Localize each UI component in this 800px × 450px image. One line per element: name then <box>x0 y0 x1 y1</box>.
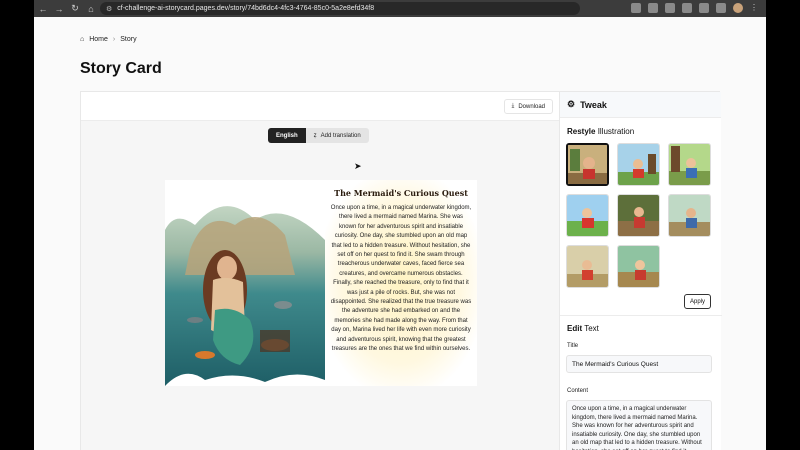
apply-button[interactable]: Apply <box>684 294 711 309</box>
thumbnail-image <box>618 246 659 287</box>
address-bar[interactable]: ⚙ cf-challenge-ai-storycard.pages.dev/st… <box>100 2 580 15</box>
extensions-bar: ⋮ <box>631 3 760 13</box>
style-thumbnail[interactable] <box>668 143 711 186</box>
translate-icon: ẓ <box>313 132 317 139</box>
content-label: Content <box>567 388 589 394</box>
style-thumbnail[interactable] <box>566 245 609 288</box>
url-text: cf-challenge-ai-storycard.pages.dev/stor… <box>117 5 375 12</box>
mouse-cursor-icon: ➤ <box>354 161 362 171</box>
tweak-panel: ⚙ Tweak Restyle Illustration Apply Edit … <box>559 92 722 450</box>
thumbnail-image <box>618 195 659 236</box>
add-translation-label: Add translation <box>320 132 361 139</box>
reload-icon[interactable]: ↻ <box>68 2 82 16</box>
menu-icon[interactable]: ⋮ <box>750 3 760 13</box>
style-thumbnail[interactable] <box>566 194 609 237</box>
browser-toolbar: ← → ↻ ⌂ ⚙ cf-challenge-ai-storycard.page… <box>34 0 766 17</box>
home-icon[interactable]: ⌂ <box>80 36 84 43</box>
content-textarea[interactable]: Once upon a time, in a magical underwate… <box>566 400 712 450</box>
story-body: Once upon a time, in a magical underwate… <box>330 205 472 353</box>
breadcrumb-current: Story <box>120 36 137 43</box>
download-icon[interactable] <box>716 3 726 13</box>
extension-icon[interactable] <box>665 3 675 13</box>
tab-english[interactable]: English <box>268 128 306 143</box>
download-button[interactable]: ⤓ Download <box>503 99 553 114</box>
home-icon[interactable]: ⌂ <box>84 2 98 16</box>
style-thumbnail[interactable] <box>617 143 660 186</box>
page-content: ⌂ Home › Story Story Card ⤓ Download Eng… <box>34 17 766 450</box>
preview-area: English ẓ Add translation ➤ The Mermaid'… <box>81 121 559 450</box>
title-label: Title <box>567 343 579 349</box>
mermaid-illustration <box>165 180 325 386</box>
tweak-heading: Tweak <box>580 99 607 110</box>
restyle-rest: Illustration <box>597 127 635 136</box>
forward-icon[interactable]: → <box>52 2 66 16</box>
card-toolbar: ⤓ Download <box>81 92 559 121</box>
edit-rest: Text <box>584 324 599 333</box>
page-title: Story Card <box>80 60 162 77</box>
thumbnail-image <box>618 144 659 185</box>
extension-icon[interactable] <box>631 3 641 13</box>
story-editor-card: ⤓ Download English ẓ Add translation ➤ T… <box>80 91 722 450</box>
download-label: Download <box>518 103 545 110</box>
profile-icon[interactable] <box>733 3 743 13</box>
thumbnail-image <box>567 195 608 236</box>
thumbnail-image <box>669 144 710 185</box>
style-thumbnails <box>566 143 711 288</box>
thumbnail-image <box>568 145 607 184</box>
thumbnail-image <box>567 246 608 287</box>
back-icon[interactable]: ← <box>36 2 50 16</box>
breadcrumb-home[interactable]: Home <box>89 36 108 43</box>
tweak-icon: ⚙ <box>567 99 576 109</box>
restyle-heading: Restyle Illustration <box>560 127 634 136</box>
restyle-bold: Restyle <box>567 127 596 136</box>
thumbnail-image <box>669 195 710 236</box>
edit-text-heading: Edit Text <box>560 324 599 333</box>
style-thumbnail[interactable] <box>617 194 660 237</box>
extension-icon[interactable] <box>648 3 658 13</box>
title-input[interactable]: The Mermaid's Curious Quest <box>566 355 712 373</box>
download-icon: ⤓ <box>511 103 515 109</box>
divider <box>560 315 722 316</box>
extension-icon[interactable] <box>682 3 692 13</box>
story-card-preview: The Mermaid's Curious Quest Once upon a … <box>165 180 477 386</box>
style-thumbnail[interactable] <box>617 245 660 288</box>
browser-window: ← → ↻ ⌂ ⚙ cf-challenge-ai-storycard.page… <box>34 0 766 450</box>
tweak-header: ⚙ Tweak <box>560 92 721 118</box>
story-text-panel: The Mermaid's Curious Quest Once upon a … <box>325 180 477 386</box>
extension-icon[interactable] <box>699 3 709 13</box>
site-info-icon[interactable]: ⚙ <box>106 5 112 13</box>
breadcrumb: ⌂ Home › Story <box>80 36 137 43</box>
style-thumbnail[interactable] <box>668 194 711 237</box>
chevron-right-icon: › <box>112 36 116 43</box>
add-translation-button[interactable]: ẓ Add translation <box>305 128 369 143</box>
edit-bold: Edit <box>567 324 583 333</box>
language-tabs: English ẓ Add translation <box>268 128 369 143</box>
story-title: The Mermaid's Curious Quest <box>334 188 468 198</box>
style-thumbnail[interactable] <box>566 143 609 186</box>
story-illustration <box>165 180 325 386</box>
